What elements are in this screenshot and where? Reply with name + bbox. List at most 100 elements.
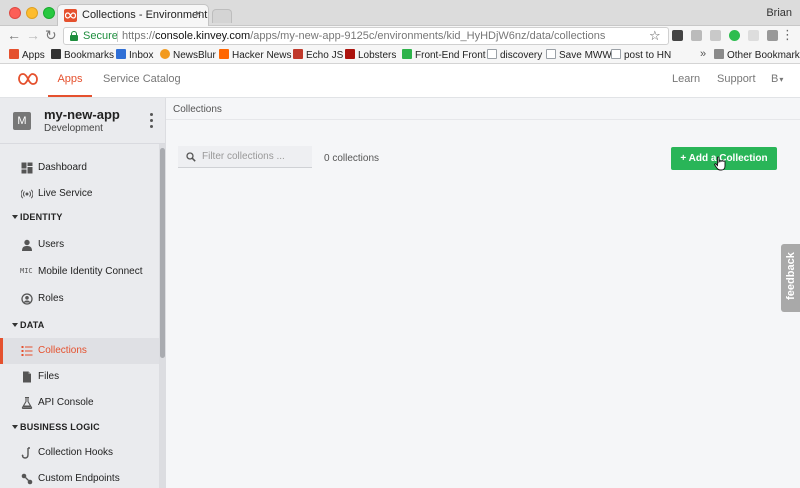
nav-support-link[interactable]: Support	[717, 73, 756, 85]
tab-close-icon[interactable]: ×	[195, 8, 201, 20]
triangle-down-icon	[12, 425, 18, 429]
search-icon	[186, 152, 196, 162]
bookmark-item[interactable]: post to HN	[611, 49, 671, 61]
star-icon	[51, 49, 61, 59]
bookmark-item[interactable]: Front-End Front	[402, 49, 486, 61]
reload-icon[interactable]: ↻	[45, 27, 57, 43]
filter-collections-input[interactable]	[202, 149, 306, 164]
folder-icon	[714, 49, 724, 59]
bookmark-star-icon[interactable]: ☆	[649, 28, 661, 44]
triangle-down-icon	[12, 215, 18, 219]
sidebar-item-users[interactable]: Users	[0, 232, 160, 258]
app-menu-dots-icon[interactable]	[150, 113, 154, 131]
sidebar-scroll-thumb[interactable]	[160, 148, 165, 358]
front-end-front-icon	[402, 49, 412, 59]
lobsters-icon	[345, 49, 355, 59]
bookmark-item[interactable]: discovery	[487, 49, 542, 61]
kinvey-favicon-icon	[64, 9, 77, 22]
bookmark-item[interactable]: Echo JS	[293, 49, 343, 61]
sidebar-item-custom-endpoints[interactable]: Custom Endpoints	[0, 466, 160, 488]
flask-icon	[21, 397, 33, 409]
app-header: Apps Service Catalog Learn Support B▾	[0, 64, 800, 98]
browser-tab[interactable]: Collections - Environment ×	[57, 4, 209, 27]
sidebar-item-mobile-identity-connect[interactable]: MIC Mobile Identity Connect	[0, 259, 160, 285]
sidebar-item-api-console[interactable]: API Console	[0, 390, 160, 416]
chat-extension-icon[interactable]	[729, 30, 740, 41]
nav-service-catalog-tab[interactable]: Service Catalog	[103, 73, 181, 85]
bookmark-item[interactable]: Lobsters	[345, 49, 396, 61]
bookmark-item[interactable]: Bookmarks	[51, 49, 114, 61]
extension-icon[interactable]	[748, 30, 759, 41]
user-menu[interactable]: B▾	[771, 73, 783, 85]
bookmarks-overflow-icon[interactable]: »	[700, 48, 706, 60]
apps-grid-icon	[9, 49, 19, 59]
back-arrow-icon[interactable]: ←	[7, 27, 21, 43]
bookmark-item[interactable]: Hacker News	[219, 49, 291, 61]
maximize-window-button[interactable]	[43, 7, 55, 19]
sidebar-item-files[interactable]: Files	[0, 364, 160, 390]
list-icon	[21, 346, 33, 356]
breadcrumb: Collections	[173, 104, 222, 115]
endpoint-icon	[21, 473, 33, 485]
sidebar: M my-new-app Development Dashboard Live …	[0, 98, 166, 488]
browser-menu-icon[interactable]: ⋮	[781, 27, 794, 43]
roles-icon	[21, 293, 33, 305]
chevron-down-icon: ▾	[779, 75, 784, 84]
sidebar-item-collections[interactable]: Collections	[0, 338, 160, 364]
feedback-tab[interactable]: feedback	[781, 244, 800, 312]
bookmark-item[interactable]: NewsBlur	[160, 49, 216, 61]
vue-extension-icon[interactable]	[767, 30, 778, 41]
mic-icon: MIC	[20, 267, 33, 275]
section-business-logic[interactable]: BUSINESS LOGIC	[0, 417, 160, 439]
dashboard-icon	[21, 162, 33, 174]
browser-toolbar: ← → ↻ Secure https://console.kinvey.com/…	[0, 26, 800, 46]
broadcast-icon	[21, 189, 33, 199]
app-name: my-new-app	[44, 107, 120, 122]
user-icon	[22, 239, 32, 251]
close-window-button[interactable]	[9, 7, 21, 19]
section-identity[interactable]: IDENTITY	[0, 207, 160, 229]
new-tab-button[interactable]	[212, 9, 232, 23]
nav-learn-link[interactable]: Learn	[672, 73, 700, 85]
browser-title-bar: Collections - Environment × Brian	[0, 0, 800, 27]
inbox-icon	[116, 49, 126, 59]
address-bar[interactable]: Secure https://console.kinvey.com/apps/m…	[63, 27, 669, 45]
sidebar-item-roles[interactable]: Roles	[0, 286, 160, 312]
pen-extension-icon[interactable]	[710, 30, 721, 41]
file-icon	[23, 371, 31, 383]
sidebar-scrollbar[interactable]	[159, 144, 165, 488]
tab-title: Collections - Environment	[82, 9, 208, 21]
page-icon	[546, 49, 556, 59]
sidebar-item-live-service[interactable]: Live Service	[0, 181, 160, 207]
url-text[interactable]: https://console.kinvey.com/apps/my-new-a…	[122, 30, 605, 42]
hook-icon	[21, 447, 30, 459]
collections-count: 0 collections	[324, 153, 380, 164]
bookmark-item[interactable]: Inbox	[116, 49, 153, 61]
page-icon	[487, 49, 497, 59]
echo-js-icon	[293, 49, 303, 59]
newsblur-icon	[160, 49, 170, 59]
hand-cursor-icon	[714, 156, 726, 171]
kinvey-logo-icon[interactable]	[18, 72, 38, 86]
app-avatar: M	[13, 112, 31, 130]
main-content: Collections 0 collections + Add a Collec…	[166, 98, 800, 488]
camera-extension-icon[interactable]	[691, 30, 702, 41]
lock-icon	[70, 31, 78, 41]
bookmark-item[interactable]: Apps	[9, 49, 45, 61]
secure-label: Secure	[83, 30, 118, 42]
sidebar-item-dashboard[interactable]: Dashboard	[0, 155, 160, 181]
app-environment: Development	[44, 123, 103, 134]
page-icon	[611, 49, 621, 59]
hacker-news-icon	[219, 49, 229, 59]
bookmark-item[interactable]: Save MWW	[546, 49, 612, 61]
layers-extension-icon[interactable]	[672, 30, 683, 41]
profile-name[interactable]: Brian	[766, 7, 792, 19]
forward-arrow-icon[interactable]: →	[26, 27, 40, 43]
section-data[interactable]: DATA	[0, 315, 160, 337]
nav-apps-tab[interactable]: Apps	[48, 64, 92, 97]
minimize-window-button[interactable]	[26, 7, 38, 19]
filter-collections[interactable]	[178, 146, 312, 168]
sidebar-item-collection-hooks[interactable]: Collection Hooks	[0, 440, 160, 466]
other-bookmarks[interactable]: Other Bookmarks	[714, 49, 800, 61]
app-info[interactable]: M my-new-app Development	[0, 98, 165, 144]
